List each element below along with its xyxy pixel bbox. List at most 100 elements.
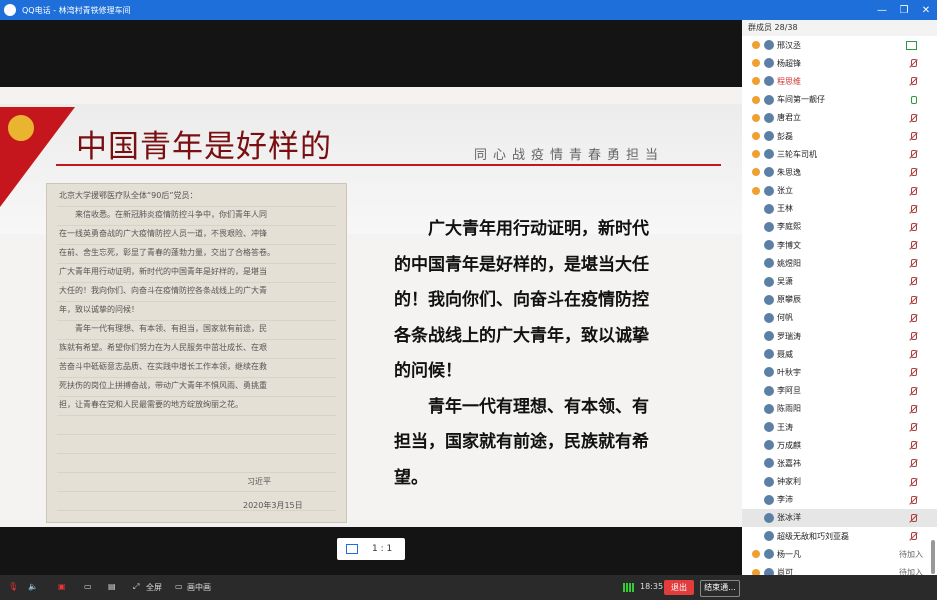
member-name: 原攀辰 (777, 295, 801, 305)
member-row[interactable]: 张嘉祎 (742, 454, 937, 472)
letter-line: 来信收悉。在新冠肺炎疫情防控斗争中，你们青年人同 (59, 210, 267, 219)
member-row[interactable]: 钟家利 (742, 473, 937, 491)
youth-league-emblem-icon (6, 113, 36, 143)
member-row[interactable]: 张冰洋 (742, 508, 937, 528)
role-icon (752, 113, 760, 122)
member-row[interactable]: 李沛 (742, 491, 937, 509)
member-name: 彭磊 (777, 131, 793, 141)
member-row[interactable]: 程思维 (742, 72, 937, 90)
avatar (764, 58, 774, 69)
letter-line: 族就有希望。希望你们努力在为人民服务中茁壮成长、在艰 (59, 343, 267, 352)
avatar (764, 112, 774, 123)
member-name: 唐君立 (777, 113, 801, 123)
letter-line: 死扶伤的岗位上拼搏奋战，带动广大青年不惧风雨、勇挑重 (59, 381, 267, 390)
mic-muted-icon (909, 441, 917, 450)
whiteboard-icon[interactable]: ▤ (108, 582, 119, 592)
member-row[interactable]: 叶秋宇 (742, 363, 937, 381)
member-row[interactable]: 杨超锋 (742, 54, 937, 72)
mic-muted-icon (909, 532, 917, 541)
member-row[interactable]: 朱思逸 (742, 163, 937, 181)
close-icon[interactable]: ✕ (915, 5, 937, 16)
mic-muted-icon (909, 277, 917, 286)
role-icon (752, 550, 760, 559)
signal-icon (623, 583, 635, 592)
member-name: 张立 (777, 186, 793, 196)
letter-line: 大任的！我向你们、向奋斗在疫情防控各条战线上的广大青 (59, 286, 267, 295)
member-name: 何帆 (777, 313, 793, 323)
mic-muted-icon (909, 459, 917, 468)
member-row[interactable]: 李阿旦 (742, 382, 937, 400)
member-name: 聂威 (777, 349, 793, 359)
mic-muted-icon (909, 150, 917, 159)
mic-muted-icon (909, 59, 917, 68)
mic-muted-icon (909, 295, 917, 305)
member-row[interactable]: 彭磊 (742, 127, 937, 145)
member-row[interactable]: 吴潇 (742, 272, 937, 290)
member-row[interactable]: 李博文 (742, 236, 937, 254)
fullscreen-icon[interactable]: ⤢ (133, 582, 144, 592)
member-row[interactable]: 王涛 (742, 418, 937, 436)
restore-icon[interactable]: ❐ (893, 5, 915, 16)
member-row[interactable]: 尚可 待加入 (742, 563, 937, 575)
scrollbar[interactable] (931, 540, 935, 574)
speaker-icon[interactable]: 🔈 (28, 582, 39, 592)
pip-icon[interactable]: ▭ (175, 582, 186, 592)
avatar (764, 403, 774, 414)
member-row[interactable]: 罗瑞涛 (742, 327, 937, 345)
letter-line: 在前、舍生忘死，彰显了青春的蓬勃力量，交出了合格答卷。 (59, 248, 275, 257)
pip-label[interactable]: 画中画 (187, 582, 211, 593)
member-row[interactable]: 杨一凡 待加入 (742, 545, 937, 563)
mic-muted-icon (909, 313, 917, 323)
mic-muted-icon (909, 186, 917, 196)
camera-off-icon[interactable]: ▣ (58, 582, 69, 592)
avatar (764, 440, 774, 451)
minimize-icon[interactable]: — (871, 5, 893, 16)
mic-muted-icon (909, 241, 917, 250)
mic-muted-icon (909, 495, 917, 505)
quote-paragraph: 青年一代有理想、有本领、有担当，国家就有前途，民族就有希望。 (394, 396, 649, 488)
member-name: 李阿旦 (777, 386, 801, 396)
leave-button[interactable]: 退出 (664, 580, 694, 595)
member-row[interactable]: 原攀辰 (742, 291, 937, 309)
role-icon (752, 132, 760, 141)
member-name: 尚可 (777, 568, 793, 575)
mic-muted-icon (909, 222, 917, 232)
avatar (764, 331, 774, 342)
member-row[interactable]: 邢汉丞 (742, 36, 937, 54)
member-row[interactable]: 三轮车司机 (742, 145, 937, 163)
fullscreen-label[interactable]: 全屏 (146, 582, 162, 593)
member-row[interactable]: 张立 (742, 182, 937, 200)
member-row[interactable]: 陈雨阳 (742, 400, 937, 418)
letter-line: 北京大学援鄂医疗队全体“90后”党员： (59, 191, 198, 200)
window-title: QQ电话 - 林湾村青铁修理车间 (22, 5, 131, 15)
share-screen-icon[interactable]: ▭ (84, 582, 95, 592)
avatar (764, 40, 774, 51)
member-row[interactable]: 万成麒 (742, 436, 937, 454)
letter-line: 青年一代有理想、有本领、有担当，国家就有前途，民 (59, 324, 267, 333)
member-row[interactable]: 超级无敌和巧刘亚磊 (742, 527, 937, 545)
member-panel: 群成员 28/38 邢汉丞 杨超锋 程思维 车间第一靓仔 唐君立 彭磊 三轮车司机 朱思逸 张立… (742, 20, 937, 575)
member-row[interactable]: 车间第一靓仔 (742, 91, 937, 109)
role-icon (752, 95, 760, 104)
member-row[interactable]: 姚煜阳 (742, 254, 937, 272)
mic-muted-icon (909, 350, 917, 359)
mic-muted-icon (909, 404, 917, 414)
pending-label: 待加入 (899, 549, 923, 559)
member-row[interactable]: 何帆 (742, 309, 937, 327)
letter-signature: 习近平 (247, 477, 271, 486)
member-name: 三轮车司机 (777, 149, 817, 159)
member-row[interactable]: 聂威 (742, 345, 937, 363)
mic-muted-icon[interactable]: 🎙 (8, 582, 19, 592)
avatar (764, 567, 774, 575)
call-toolbar: 🎙 🔈 ▣ ▭ ▤ ⤢ 全屏 ▭ 画中画 18:35 退出 结束通... (0, 575, 937, 600)
zoom-button[interactable]: 1 : 1 (337, 538, 405, 560)
avatar (764, 131, 774, 142)
member-row[interactable]: 王林 (742, 200, 937, 218)
avatar (764, 276, 774, 287)
member-name: 杨超锋 (777, 58, 801, 68)
member-row[interactable]: 李庭熙 (742, 218, 937, 236)
role-icon (752, 168, 760, 177)
end-call-button[interactable]: 结束通... (700, 580, 740, 597)
member-row[interactable]: 唐君立 (742, 109, 937, 127)
avatar (764, 476, 774, 487)
